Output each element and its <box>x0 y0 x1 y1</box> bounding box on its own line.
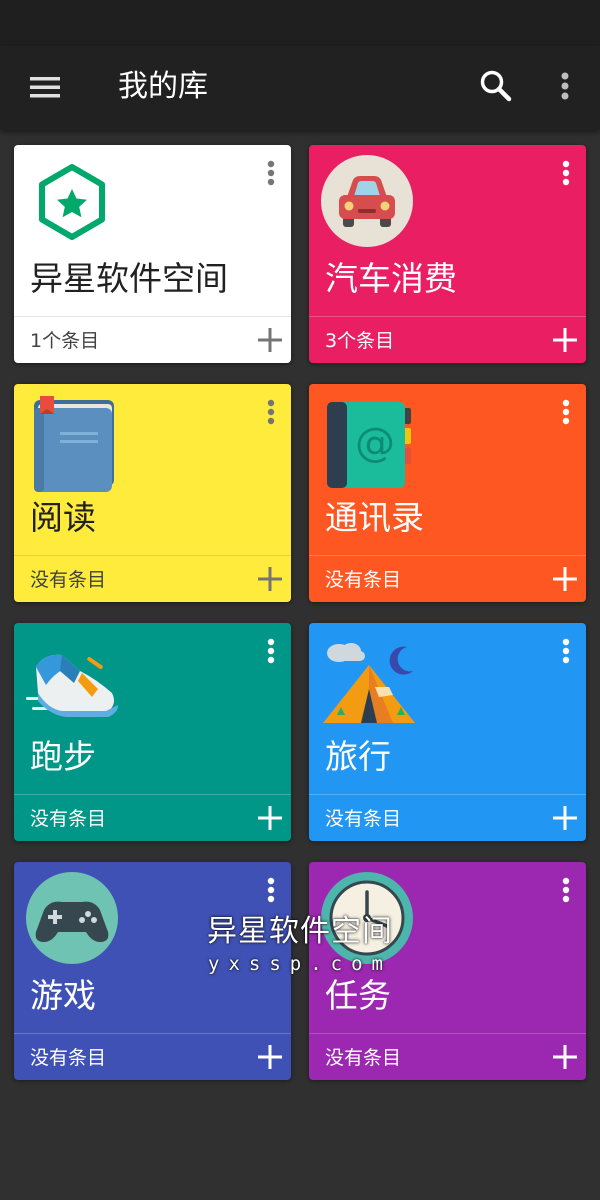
card-divider <box>14 794 291 795</box>
card-title: 通讯录 <box>325 498 424 537</box>
library-card[interactable]: 阅读 没有条目 <box>14 384 291 602</box>
add-item-icon[interactable] <box>548 801 582 835</box>
clock-icon <box>317 870 417 970</box>
library-card[interactable]: 任务 没有条目 <box>309 862 586 1080</box>
svg-text:@: @ <box>355 420 395 466</box>
card-divider <box>14 316 291 317</box>
library-card[interactable]: 汽车消费 3个条目 <box>309 145 586 363</box>
card-divider <box>14 1033 291 1034</box>
card-more-icon[interactable] <box>554 394 578 434</box>
card-more-icon[interactable] <box>259 394 283 434</box>
car-icon <box>317 153 417 253</box>
library-card[interactable]: 跑步 没有条目 <box>14 623 291 841</box>
card-divider <box>14 555 291 556</box>
add-item-icon[interactable] <box>253 562 287 596</box>
card-divider <box>309 794 586 795</box>
library-card[interactable]: 游戏 没有条目 <box>14 862 291 1080</box>
card-title: 旅行 <box>325 737 391 776</box>
gamepad-icon <box>22 870 122 970</box>
card-divider <box>309 316 586 317</box>
address-book-icon: @ <box>317 392 417 492</box>
add-item-icon[interactable] <box>253 323 287 357</box>
card-title: 任务 <box>325 976 391 1015</box>
card-item-count: 1个条目 <box>30 330 100 352</box>
card-divider <box>309 1033 586 1034</box>
add-item-icon[interactable] <box>548 562 582 596</box>
add-item-icon[interactable] <box>548 323 582 357</box>
card-item-count: 没有条目 <box>30 569 107 591</box>
card-title: 跑步 <box>30 737 96 776</box>
card-item-count: 没有条目 <box>325 808 402 830</box>
library-card[interactable]: @ 通讯录 没有条目 <box>309 384 586 602</box>
library-card[interactable]: 旅行 没有条目 <box>309 623 586 841</box>
add-item-icon[interactable] <box>253 1040 287 1074</box>
card-more-icon[interactable] <box>259 633 283 673</box>
card-title: 异星软件空间 <box>30 259 228 298</box>
star-hexagon-icon <box>22 153 122 253</box>
card-more-icon[interactable] <box>259 155 283 195</box>
card-divider <box>309 555 586 556</box>
add-item-icon[interactable] <box>548 1040 582 1074</box>
tent-icon <box>317 631 417 731</box>
card-item-count: 没有条目 <box>30 1047 107 1069</box>
library-card[interactable]: 异星软件空间 1个条目 <box>14 145 291 363</box>
card-more-icon[interactable] <box>554 872 578 912</box>
card-item-count: 没有条目 <box>325 569 402 591</box>
card-title: 游戏 <box>30 976 96 1015</box>
card-more-icon[interactable] <box>554 155 578 195</box>
card-title: 阅读 <box>30 498 96 537</box>
library-grid: 异星软件空间 1个条目 汽车消费 3个条目 阅读 没有条目 @ 通讯录 没有条目… <box>0 0 600 1200</box>
running-shoe-icon <box>22 631 122 731</box>
book-icon <box>22 392 122 492</box>
card-title: 汽车消费 <box>325 259 457 298</box>
card-more-icon[interactable] <box>554 633 578 673</box>
card-item-count: 3个条目 <box>325 330 395 352</box>
add-item-icon[interactable] <box>253 801 287 835</box>
card-more-icon[interactable] <box>259 872 283 912</box>
card-item-count: 没有条目 <box>30 808 107 830</box>
card-item-count: 没有条目 <box>325 1047 402 1069</box>
